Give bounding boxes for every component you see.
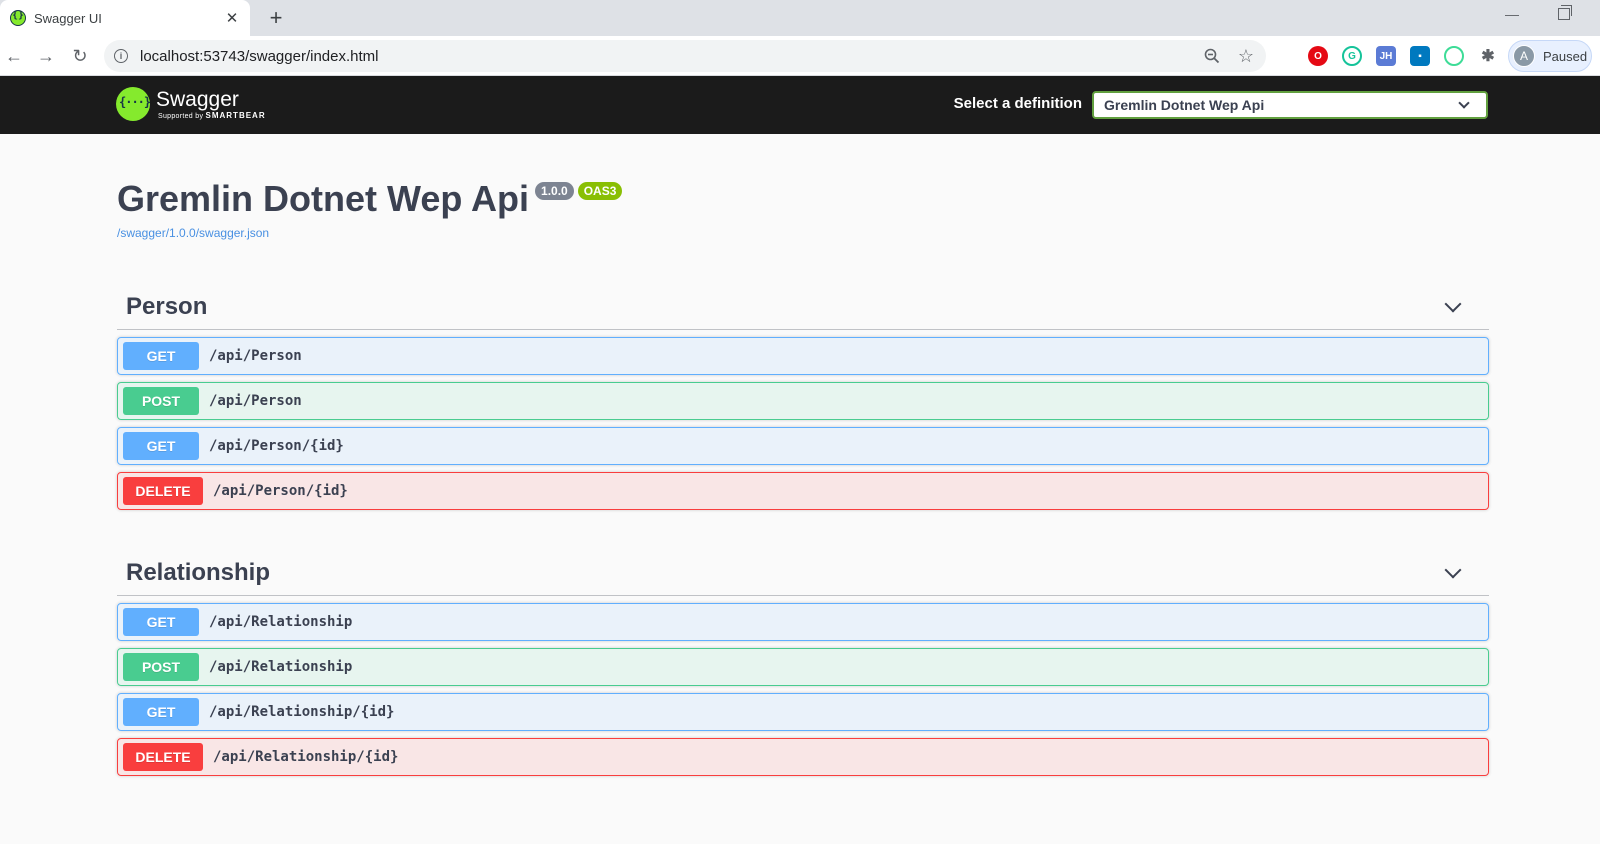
chevron-down-icon [1458, 97, 1470, 109]
method-badge: GET [123, 698, 199, 726]
operation-path: /api/Relationship/{id} [213, 749, 399, 765]
swagger-logo-icon [116, 87, 150, 121]
method-badge: GET [123, 342, 199, 370]
definition-selected-value: Gremlin Dotnet Wep Api [1104, 97, 1265, 113]
jh-icon[interactable]: JH [1376, 46, 1396, 66]
api-info: Gremlin Dotnet Wep Api 1.0.0 OAS3 /swagg… [117, 178, 623, 240]
page-title: Gremlin Dotnet Wep Api [117, 178, 530, 219]
method-badge: GET [123, 432, 199, 460]
section-header-relationship[interactable]: Relationship [117, 550, 1489, 596]
method-badge: DELETE [123, 743, 203, 771]
operation-row[interactable]: DELETE /api/Relationship/{id} [117, 738, 1489, 776]
back-icon[interactable]: ← [0, 42, 28, 70]
operation-path: /api/Person [209, 393, 302, 409]
operation-path: /api/Relationship [209, 659, 353, 675]
browser-toolbar: ← → ↻ i localhost:53743/swagger/index.ht… [0, 36, 1600, 76]
version-badge: 1.0.0 [535, 182, 574, 200]
swagger-favicon-icon [10, 10, 26, 26]
section-header-person[interactable]: Person [117, 284, 1489, 330]
profile-status: Paused [1543, 48, 1588, 64]
reload-icon[interactable]: ↻ [66, 42, 94, 70]
swagger-logo[interactable]: Swagger Supported by SMARTBEAR [116, 84, 266, 124]
operation-path: /api/Person/{id} [213, 483, 348, 499]
method-badge: GET [123, 608, 199, 636]
section-person: Person GET /api/Person POST /api/Person … [117, 284, 1489, 510]
spec-json-link[interactable]: /swagger/1.0.0/swagger.json [117, 226, 622, 240]
definition-select[interactable]: Gremlin Dotnet Wep Api [1092, 91, 1488, 119]
avatar: A [1513, 45, 1535, 67]
definition-label: Select a definition [953, 95, 1082, 112]
method-badge: DELETE [123, 477, 203, 505]
section-relationship: Relationship GET /api/Relationship POST … [117, 550, 1489, 776]
color-picker-icon[interactable] [1444, 46, 1464, 66]
method-badge: POST [123, 387, 199, 415]
forward-icon[interactable]: → [32, 42, 60, 70]
close-tab-icon[interactable]: ✕ [222, 8, 242, 28]
url-text: localhost:53743/swagger/index.html [140, 47, 379, 65]
opera-icon[interactable]: O [1308, 46, 1328, 66]
site-info-icon[interactable]: i [114, 49, 128, 63]
operation-row[interactable]: POST /api/Relationship [117, 648, 1489, 686]
method-badge: POST [123, 653, 199, 681]
operation-row[interactable]: GET /api/Relationship/{id} [117, 693, 1489, 731]
section-title: Relationship [126, 558, 271, 586]
operation-path: /api/Person/{id} [209, 438, 344, 454]
browser-tab[interactable]: Swagger UI ✕ [0, 0, 250, 36]
operation-row[interactable]: POST /api/Person [117, 382, 1489, 420]
profile-button[interactable]: A Paused [1508, 40, 1592, 72]
swagger-topbar: Swagger Supported by SMARTBEAR Select a … [0, 76, 1600, 134]
restore-icon[interactable] [1558, 5, 1572, 20]
section-title: Person [126, 292, 208, 320]
zoom-icon[interactable] [1202, 46, 1222, 66]
extensions-icon[interactable]: ✱ [1478, 46, 1498, 66]
new-tab-icon[interactable]: + [264, 5, 288, 30]
logo-subtitle: Supported by SMARTBEAR [158, 110, 266, 120]
grammarly-icon[interactable]: G [1342, 46, 1362, 66]
oas-badge: OAS3 [577, 182, 623, 200]
minimize-icon[interactable]: — [1502, 6, 1522, 26]
address-bar[interactable]: i localhost:53743/swagger/index.html ☆ [104, 40, 1266, 72]
operation-row[interactable]: GET /api/Relationship [117, 603, 1489, 641]
logo-title: Swagger [156, 87, 239, 111]
operation-path: /api/Relationship/{id} [209, 704, 395, 720]
tab-title: Swagger UI [34, 10, 102, 26]
operation-path: /api/Relationship [209, 614, 353, 630]
chevron-down-icon[interactable] [1444, 561, 1462, 578]
operation-row[interactable]: GET /api/Person/{id} [117, 427, 1489, 465]
trello-icon[interactable]: ▪ [1410, 46, 1430, 66]
browser-tabstrip: Swagger UI ✕ + — [0, 0, 1600, 36]
bookmark-star-icon[interactable]: ☆ [1236, 46, 1256, 66]
operation-row[interactable]: DELETE /api/Person/{id} [117, 472, 1489, 510]
operation-path: /api/Person [209, 348, 302, 364]
operation-row[interactable]: GET /api/Person [117, 337, 1489, 375]
chevron-down-icon[interactable] [1444, 295, 1462, 312]
